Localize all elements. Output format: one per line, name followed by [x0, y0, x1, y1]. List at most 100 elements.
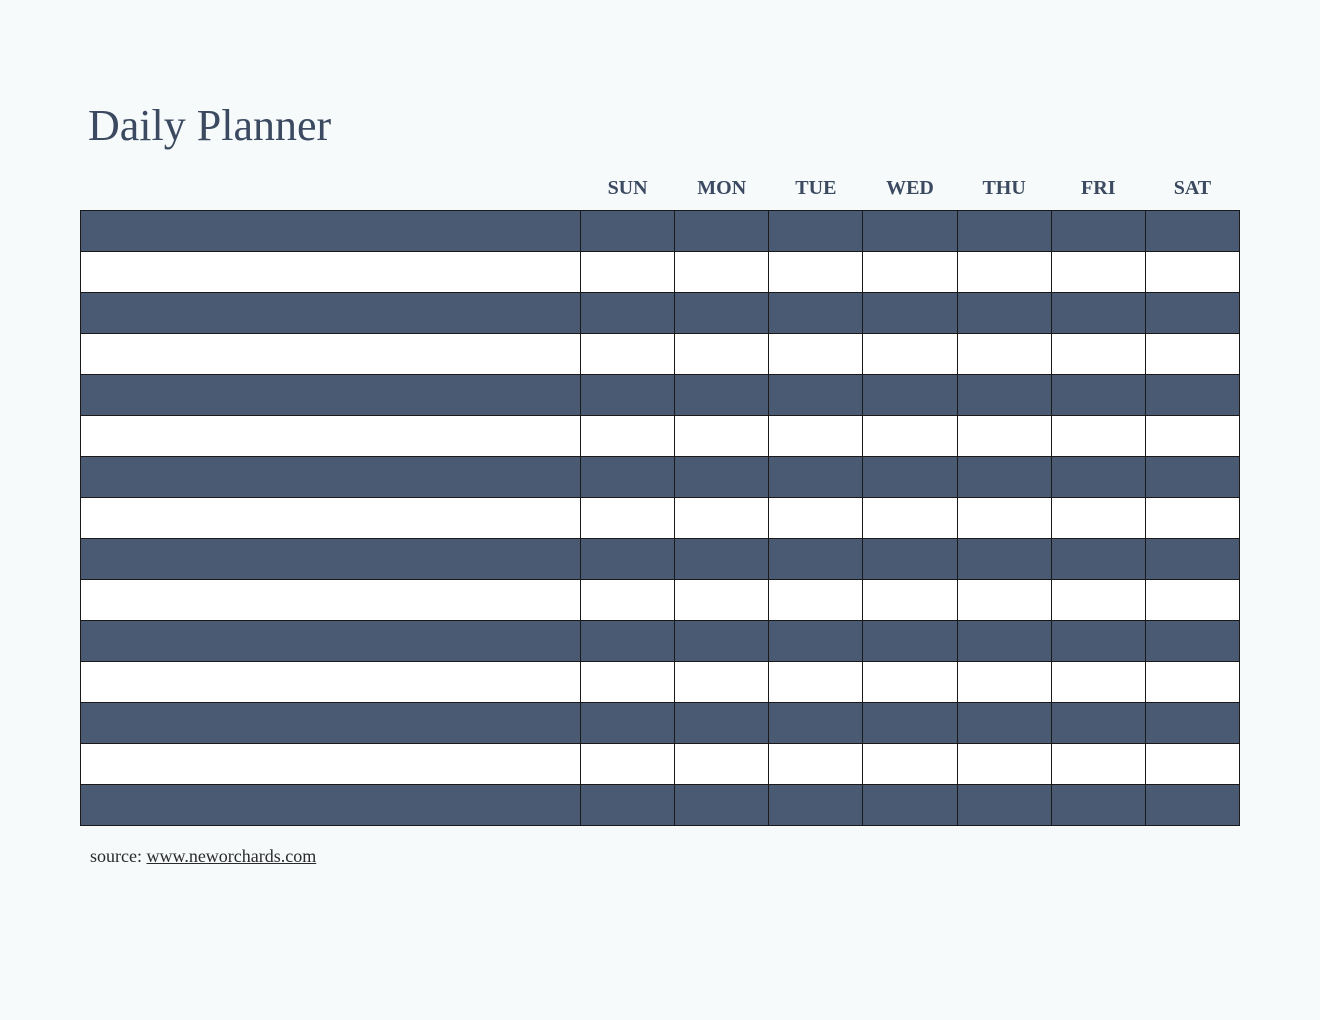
task-cell[interactable] — [81, 662, 581, 703]
day-cell[interactable] — [675, 211, 769, 252]
task-cell[interactable] — [81, 580, 581, 621]
day-cell[interactable] — [1145, 703, 1239, 744]
source-link[interactable]: www.neworchards.com — [146, 846, 316, 866]
day-cell[interactable] — [863, 785, 957, 826]
task-cell[interactable] — [81, 252, 581, 293]
day-cell[interactable] — [581, 498, 675, 539]
day-cell[interactable] — [957, 621, 1051, 662]
day-cell[interactable] — [957, 539, 1051, 580]
day-cell[interactable] — [769, 662, 863, 703]
day-cell[interactable] — [675, 744, 769, 785]
day-cell[interactable] — [1145, 539, 1239, 580]
day-cell[interactable] — [581, 334, 675, 375]
day-cell[interactable] — [957, 498, 1051, 539]
day-cell[interactable] — [581, 580, 675, 621]
day-cell[interactable] — [675, 703, 769, 744]
day-cell[interactable] — [581, 539, 675, 580]
day-cell[interactable] — [957, 457, 1051, 498]
day-cell[interactable] — [1051, 580, 1145, 621]
day-cell[interactable] — [863, 375, 957, 416]
day-cell[interactable] — [769, 703, 863, 744]
day-cell[interactable] — [863, 211, 957, 252]
day-cell[interactable] — [769, 375, 863, 416]
day-cell[interactable] — [769, 539, 863, 580]
day-cell[interactable] — [581, 416, 675, 457]
day-cell[interactable] — [863, 744, 957, 785]
day-cell[interactable] — [675, 375, 769, 416]
day-cell[interactable] — [1051, 498, 1145, 539]
day-cell[interactable] — [581, 621, 675, 662]
day-cell[interactable] — [581, 703, 675, 744]
day-cell[interactable] — [675, 498, 769, 539]
day-cell[interactable] — [581, 211, 675, 252]
day-cell[interactable] — [675, 416, 769, 457]
day-cell[interactable] — [675, 785, 769, 826]
day-cell[interactable] — [957, 580, 1051, 621]
day-cell[interactable] — [769, 580, 863, 621]
day-cell[interactable] — [863, 252, 957, 293]
day-cell[interactable] — [957, 785, 1051, 826]
day-cell[interactable] — [675, 580, 769, 621]
day-cell[interactable] — [581, 744, 675, 785]
day-cell[interactable] — [1051, 703, 1145, 744]
day-cell[interactable] — [1051, 334, 1145, 375]
task-cell[interactable] — [81, 334, 581, 375]
day-cell[interactable] — [1145, 621, 1239, 662]
day-cell[interactable] — [1145, 457, 1239, 498]
day-cell[interactable] — [957, 334, 1051, 375]
day-cell[interactable] — [769, 416, 863, 457]
day-cell[interactable] — [581, 252, 675, 293]
day-cell[interactable] — [675, 662, 769, 703]
task-cell[interactable] — [81, 457, 581, 498]
day-cell[interactable] — [675, 457, 769, 498]
day-cell[interactable] — [863, 621, 957, 662]
day-cell[interactable] — [957, 211, 1051, 252]
day-cell[interactable] — [675, 334, 769, 375]
task-cell[interactable] — [81, 498, 581, 539]
task-cell[interactable] — [81, 539, 581, 580]
day-cell[interactable] — [1145, 293, 1239, 334]
day-cell[interactable] — [581, 662, 675, 703]
day-cell[interactable] — [1145, 498, 1239, 539]
day-cell[interactable] — [1051, 621, 1145, 662]
day-cell[interactable] — [1145, 662, 1239, 703]
day-cell[interactable] — [863, 293, 957, 334]
day-cell[interactable] — [1051, 416, 1145, 457]
day-cell[interactable] — [1051, 744, 1145, 785]
day-cell[interactable] — [957, 703, 1051, 744]
day-cell[interactable] — [1145, 375, 1239, 416]
day-cell[interactable] — [769, 744, 863, 785]
task-cell[interactable] — [81, 375, 581, 416]
day-cell[interactable] — [1051, 293, 1145, 334]
day-cell[interactable] — [1051, 662, 1145, 703]
day-cell[interactable] — [1051, 211, 1145, 252]
day-cell[interactable] — [1051, 539, 1145, 580]
day-cell[interactable] — [863, 457, 957, 498]
day-cell[interactable] — [957, 744, 1051, 785]
day-cell[interactable] — [1145, 416, 1239, 457]
day-cell[interactable] — [957, 416, 1051, 457]
task-cell[interactable] — [81, 211, 581, 252]
day-cell[interactable] — [769, 252, 863, 293]
day-cell[interactable] — [675, 539, 769, 580]
day-cell[interactable] — [1051, 785, 1145, 826]
task-cell[interactable] — [81, 416, 581, 457]
day-cell[interactable] — [957, 252, 1051, 293]
task-cell[interactable] — [81, 703, 581, 744]
day-cell[interactable] — [675, 293, 769, 334]
day-cell[interactable] — [1051, 252, 1145, 293]
day-cell[interactable] — [769, 334, 863, 375]
day-cell[interactable] — [769, 211, 863, 252]
day-cell[interactable] — [675, 252, 769, 293]
task-cell[interactable] — [81, 293, 581, 334]
day-cell[interactable] — [863, 334, 957, 375]
day-cell[interactable] — [769, 457, 863, 498]
day-cell[interactable] — [1145, 334, 1239, 375]
day-cell[interactable] — [769, 785, 863, 826]
day-cell[interactable] — [863, 662, 957, 703]
day-cell[interactable] — [957, 375, 1051, 416]
day-cell[interactable] — [581, 293, 675, 334]
day-cell[interactable] — [581, 457, 675, 498]
task-cell[interactable] — [81, 744, 581, 785]
day-cell[interactable] — [581, 785, 675, 826]
